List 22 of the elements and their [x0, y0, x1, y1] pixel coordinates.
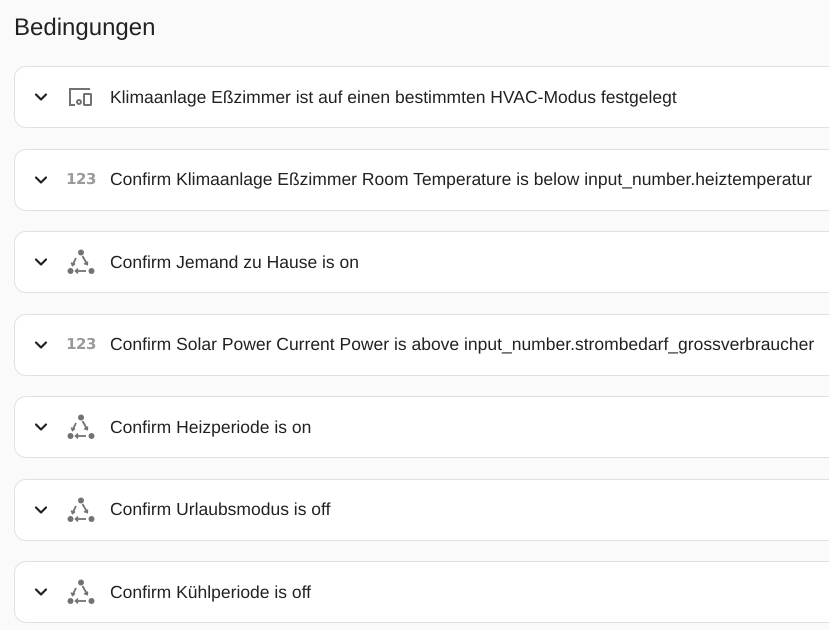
- state-machine-icon: [67, 414, 95, 440]
- numeric-icon: 123: [66, 337, 96, 352]
- condition-card[interactable]: Klimaanlage Eßzimmer ist auf einen bestimmten HVAC-Modus festgelegt: [14, 66, 829, 128]
- condition-label: Confirm Heizperiode is on: [110, 416, 312, 439]
- condition-card[interactable]: 123 Confirm Solar Power Current Power is above input_number.strombedarf_grossverbraucher: [14, 314, 829, 376]
- condition-label: Confirm Urlaubsmodus is off: [110, 498, 330, 522]
- condition-card[interactable]: Confirm Kühlperiode is off: [14, 561, 829, 623]
- state-machine-icon: [67, 249, 95, 275]
- condition-card[interactable]: Confirm Jemand zu Hause is on: [14, 231, 829, 293]
- condition-label: Confirm Kühlperiode is off: [110, 580, 312, 604]
- state-machine-icon: [67, 496, 95, 522]
- numeric-icon: 123: [66, 172, 96, 187]
- condition-label: Klimaanlage Eßzimmer ist auf einen bestimmten HVAC-Modus festgelegt: [110, 86, 677, 109]
- section-title: Bedingungen: [14, 13, 156, 43]
- condition-card[interactable]: Confirm Urlaubsmodus is off: [14, 478, 829, 540]
- condition-label: Confirm Klimaanlage Eßzimmer Room Temperature is below input_number.heiztemperatur: [110, 168, 812, 192]
- condition-card[interactable]: Confirm Heizperiode is on: [14, 396, 829, 458]
- condition-label: Confirm Solar Power Current Power is above input_number.strombedarf_grossverbraucher: [110, 333, 814, 356]
- devices-icon: [69, 87, 93, 107]
- condition-card[interactable]: 123 Confirm Klimaanlage Eßzimmer Room Temperature is below input_number.heiztemperatur: [14, 148, 829, 210]
- condition-label: Confirm Jemand zu Hause is on: [110, 250, 359, 274]
- state-machine-icon: [67, 579, 95, 605]
